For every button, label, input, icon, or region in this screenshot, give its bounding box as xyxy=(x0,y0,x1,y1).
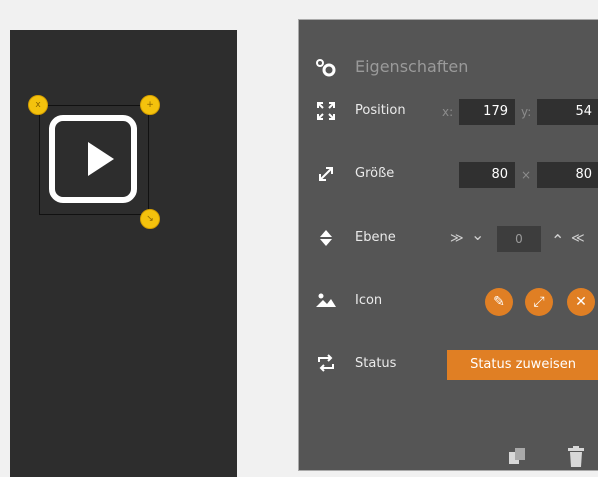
resize-arrows-icon xyxy=(314,164,338,186)
position-row: Position x: 179 y: 54 xyxy=(299,97,598,127)
resize-icon-button[interactable]: ⤢ xyxy=(525,288,553,316)
layer-up-button[interactable]: ⌃ xyxy=(551,228,564,254)
layer-row: Ebene ≫ ⌄ 0 ⌃ ≪ xyxy=(299,224,598,254)
image-icon xyxy=(314,291,338,313)
layer-input[interactable]: 0 xyxy=(497,226,541,252)
position-x-input[interactable]: 179 xyxy=(459,99,515,125)
layer-label: Ebene xyxy=(355,230,396,245)
times-label: × xyxy=(521,168,532,182)
trash-icon[interactable] xyxy=(567,446,585,473)
x-axis-label: x: xyxy=(442,105,454,119)
status-label: Status xyxy=(355,356,397,371)
add-handle[interactable]: + xyxy=(140,95,160,115)
gear-icon xyxy=(314,58,338,80)
icon-label: Icon xyxy=(355,293,383,308)
width-input[interactable]: 80 xyxy=(459,162,515,188)
layer-down-button[interactable]: ⌄ xyxy=(471,222,484,248)
repeat-icon xyxy=(314,354,338,376)
position-label: Position xyxy=(355,103,406,118)
updown-icon xyxy=(314,228,338,250)
move-arrows-icon xyxy=(314,101,338,123)
assign-status-button[interactable]: Status zuweisen xyxy=(447,350,598,380)
delete-handle[interactable]: x xyxy=(28,95,48,115)
panel-header: Eigenschaften xyxy=(299,54,598,84)
size-row: Größe 80 × 80 xyxy=(299,160,598,190)
layer-to-top-button[interactable]: ≪ xyxy=(571,226,585,252)
remove-icon-button[interactable]: ✕ xyxy=(567,288,595,316)
edit-icon-button[interactable]: ✎ xyxy=(485,288,513,316)
layer-to-bottom-button[interactable]: ≫ xyxy=(450,226,464,252)
height-input[interactable]: 80 xyxy=(537,162,598,188)
copy-icon[interactable] xyxy=(507,446,527,471)
position-y-input[interactable]: 54 xyxy=(537,99,598,125)
play-button-icon[interactable] xyxy=(49,115,137,203)
y-axis-label: y: xyxy=(521,105,532,119)
size-label: Größe xyxy=(355,166,395,181)
panel-title: Eigenschaften xyxy=(355,57,469,76)
properties-panel: Eigenschaften Position x: 179 y: 54 Größ… xyxy=(298,19,598,471)
status-row: Status Status zuweisen xyxy=(299,350,598,380)
icon-row: Icon ✎ ⤢ ✕ xyxy=(299,287,598,317)
play-triangle-icon xyxy=(88,142,114,176)
resize-handle[interactable]: ↘ xyxy=(140,209,160,229)
